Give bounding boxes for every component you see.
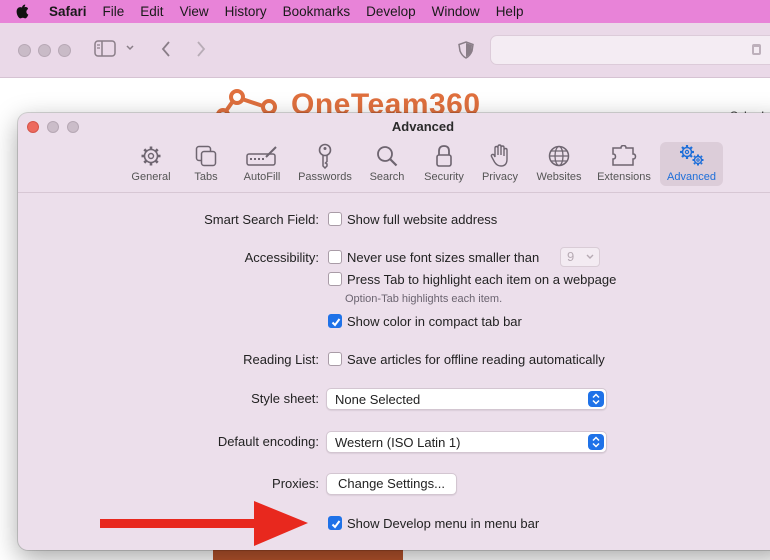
gears-icon [678,142,706,169]
tab-autofill[interactable]: AutoFill [233,142,291,186]
puzzle-icon [611,142,637,169]
gear-icon [140,142,162,169]
min-font-size-select[interactable]: 9 [560,247,600,267]
tab-advanced[interactable]: Advanced [660,142,723,186]
show-develop-menu-label[interactable]: Show Develop menu in menu bar [347,516,539,531]
menu-history[interactable]: History [217,0,275,23]
webpage-banner [213,549,403,560]
default-encoding-value: Western (ISO Latin 1) [335,435,461,450]
tab-autofill-label: AutoFill [243,171,281,183]
select-arrows-icon [588,434,604,450]
preferences-toolbar: Advanced General Tabs AutoFill Passwords [18,113,770,193]
tab-websites-label: Websites [536,171,582,183]
back-icon[interactable] [160,40,172,63]
menu-view[interactable]: View [172,0,217,23]
offline-reading-label[interactable]: Save articles for offline reading automa… [347,352,605,367]
hand-icon [489,142,511,169]
min-font-size-value: 9 [567,249,575,264]
red-arrow-annotation [100,501,308,546]
tab-general[interactable]: General [122,142,180,186]
tab-tabs-label: Tabs [194,171,218,183]
show-full-address-label[interactable]: Show full website address [347,212,497,227]
tab-extensions[interactable]: Extensions [595,142,653,186]
tab-advanced-label: Advanced [667,171,716,183]
chevron-down-icon [585,250,595,267]
preferences-window: Advanced General Tabs AutoFill Passwords [18,113,770,550]
compact-tab-color-checkbox[interactable] [328,314,342,328]
menu-safari[interactable]: Safari [41,0,95,23]
style-sheet-label: Style sheet: [251,391,319,406]
address-bar[interactable] [490,35,770,65]
tab-passwords-label: Passwords [298,171,352,183]
offline-reading-checkbox[interactable] [328,352,342,366]
tab-general-label: General [131,171,171,183]
menu-help[interactable]: Help [488,0,532,23]
key-icon [317,142,333,169]
proxies-label: Proxies: [272,476,319,491]
style-sheet-value: None Selected [335,392,421,407]
min-font-size-label[interactable]: Never use font sizes smaller than [347,250,539,265]
tab-highlight-label[interactable]: Press Tab to highlight each item on a we… [347,272,616,287]
apple-menu-icon[interactable] [13,0,31,23]
tab-privacy[interactable]: Privacy [471,142,529,186]
accessibility-label: Accessibility: [244,250,319,265]
window-minimize-button[interactable] [38,44,51,57]
tab-passwords[interactable]: Passwords [296,142,354,186]
show-develop-menu-checkbox[interactable] [328,516,342,530]
prefs-window-title: Advanced [391,119,455,134]
tab-search-label: Search [369,171,405,183]
lock-icon [435,142,453,169]
menu-window[interactable]: Window [424,0,488,23]
min-font-size-checkbox[interactable] [328,250,342,264]
window-close-button[interactable] [18,44,31,57]
style-sheet-select[interactable]: None Selected [326,388,607,410]
safari-toolbar [0,23,770,78]
lock-icon [752,44,761,55]
tab-highlight-checkbox[interactable] [328,272,342,286]
tab-search[interactable]: Search [358,142,416,186]
chevron-down-icon[interactable] [125,40,135,61]
default-encoding-label: Default encoding: [217,434,319,449]
menu-edit[interactable]: Edit [132,0,171,23]
show-full-address-checkbox[interactable] [328,212,342,226]
forward-icon[interactable] [195,40,207,63]
default-encoding-select[interactable]: Western (ISO Latin 1) [326,431,607,453]
tab-security-label: Security [424,171,464,183]
tabs-icon [195,142,217,169]
smart-search-label: Smart Search Field: [204,212,319,227]
autofill-icon [246,142,278,169]
tab-extensions-label: Extensions [597,171,651,183]
search-icon [376,142,398,169]
window-zoom-button[interactable] [58,44,71,57]
menu-file[interactable]: File [95,0,133,23]
globe-icon [548,142,570,169]
tab-security[interactable]: Security [415,142,473,186]
shield-icon[interactable] [458,41,474,64]
select-arrows-icon [588,391,604,407]
menu-bookmarks[interactable]: Bookmarks [275,0,359,23]
tab-websites[interactable]: Websites [530,142,588,186]
tab-highlight-hint: Option-Tab highlights each item. [345,293,503,305]
change-settings-button[interactable]: Change Settings... [326,473,457,495]
tab-tabs[interactable]: Tabs [177,142,235,186]
tab-privacy-label: Privacy [481,171,519,183]
reading-list-label: Reading List: [243,352,319,367]
menu-bar: Safari File Edit View History Bookmarks … [0,0,770,23]
sidebar-icon[interactable] [94,40,116,62]
compact-tab-color-label[interactable]: Show color in compact tab bar [347,314,522,329]
menu-develop[interactable]: Develop [358,0,424,23]
